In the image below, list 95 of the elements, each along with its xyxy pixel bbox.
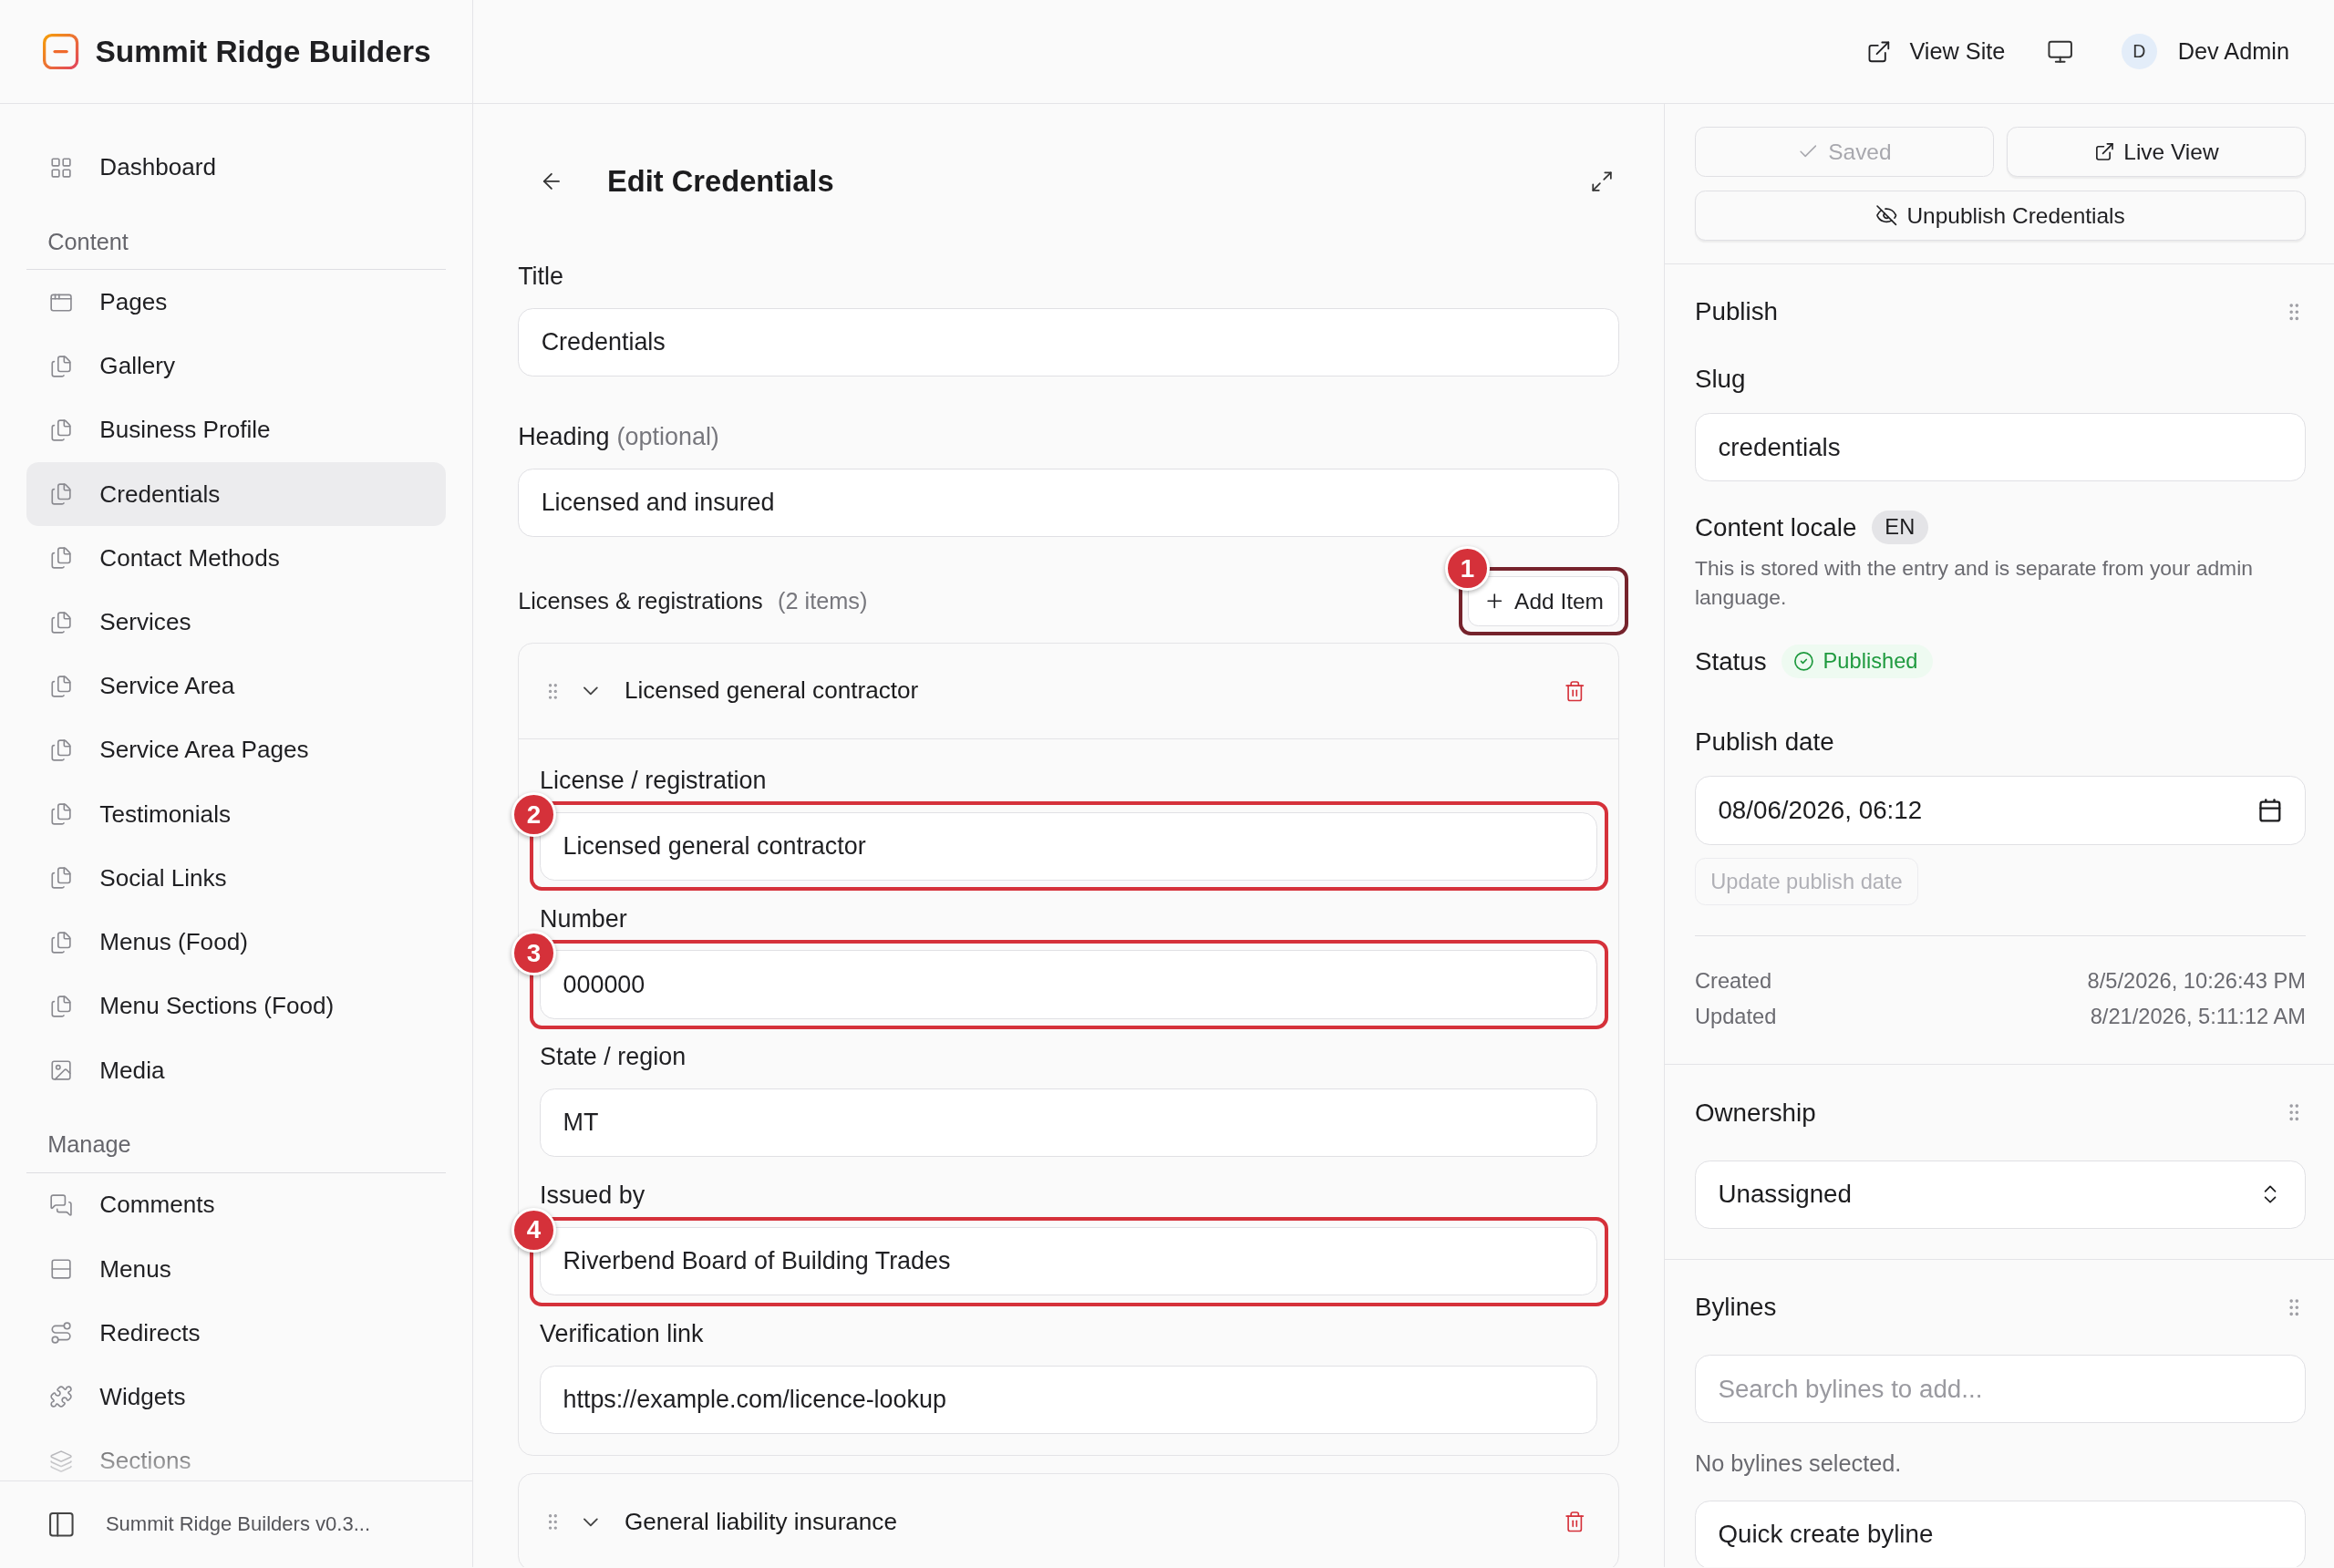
meta-label: Updated (1694, 1004, 1777, 1029)
field-label: Heading (optional) (518, 423, 719, 452)
document-icon (48, 610, 73, 634)
text-input[interactable]: Credentials (518, 307, 1620, 377)
sidebar-item[interactable]: Media (26, 1037, 446, 1103)
card-title: Licensed general contractor (625, 676, 920, 706)
route-icon (48, 1321, 73, 1346)
sidebar-item[interactable]: Credentials (26, 462, 446, 527)
status-badge: Published (1781, 645, 1933, 679)
sidebar-item[interactable]: Business Profile (26, 397, 446, 463)
text-input[interactable]: https://example.com/licence-lookup (540, 1365, 1598, 1434)
check-circle-icon (1792, 651, 1814, 673)
document-icon (48, 994, 73, 1018)
locale-badge: EN (1871, 511, 1928, 545)
meta-value: 8/21/2026, 5:11:12 AM (2090, 1004, 2306, 1029)
document-icon (48, 546, 73, 571)
layers-icon (48, 1449, 73, 1473)
sidebar-item[interactable]: Service Area (26, 654, 446, 718)
callout-badge: 4 (511, 1207, 556, 1253)
sidebar-item[interactable]: Service Area Pages (26, 717, 446, 783)
field-label: Verification link (540, 1320, 704, 1349)
field-label: Content locale (1694, 512, 1857, 542)
field-label: License / registration (540, 766, 767, 795)
callout-badge: 2 (511, 792, 556, 838)
image-icon (48, 1057, 73, 1083)
slug-input[interactable]: credentials (1694, 413, 2306, 482)
sidebar-item[interactable]: Contact Methods (26, 526, 446, 591)
sidebar-item[interactable]: Comments (26, 1172, 446, 1237)
live-view-button[interactable]: Live View (2007, 126, 2306, 178)
sidebar-item[interactable]: Pages (26, 270, 446, 335)
field-label: Publish date (1694, 727, 1834, 757)
view-site-link[interactable]: View Site (1866, 38, 2006, 66)
chat-icon (48, 1192, 73, 1217)
document-icon (48, 738, 73, 763)
date-input[interactable]: 08/06/2026, 06:12 (1694, 776, 2306, 845)
grid-icon (48, 155, 73, 180)
puzzle-icon (48, 1385, 73, 1409)
rows-icon (48, 1257, 73, 1282)
calendar-icon[interactable] (2257, 798, 2283, 823)
document-icon (48, 482, 73, 507)
unpublish-button[interactable]: Unpublish Credentials (1694, 190, 2306, 242)
sidebar-section-heading: Content (47, 228, 129, 254)
sidebar-item[interactable]: Gallery (26, 334, 446, 398)
callout-badge: 3 (511, 931, 556, 976)
sidebar-item[interactable]: Redirects (26, 1301, 446, 1366)
sidebar-item[interactable]: Menus (Food) (26, 910, 446, 975)
text-input[interactable]: MT (540, 1088, 1598, 1158)
external-link-icon (2093, 141, 2115, 162)
brand-name: Summit Ridge Builders (95, 34, 431, 69)
item-count: (2 items) (778, 588, 868, 614)
owner-select[interactable]: Unassigned (1694, 1160, 2306, 1229)
sidebar-item[interactable]: Widgets (26, 1365, 446, 1429)
text-input[interactable]: Licensed general contractor (540, 811, 1598, 881)
version-label: Summit Ridge Builders v0.3... (105, 1512, 371, 1537)
empty-message: No bylines selected. (1694, 1449, 1903, 1477)
user-avatar[interactable]: D (2121, 34, 2157, 70)
document-icon (48, 866, 73, 891)
quick-create-button[interactable]: Quick create byline (1694, 1500, 2306, 1568)
section-title: Publish (1694, 297, 1778, 327)
sidebar-item[interactable]: Social Links (26, 846, 446, 911)
document-icon (48, 674, 73, 698)
sidebar-item[interactable]: Dashboard (26, 135, 446, 200)
document-icon (48, 418, 73, 443)
byline-search-input[interactable]: Search bylines to add... (1694, 1355, 2306, 1424)
trash-icon[interactable] (1563, 1511, 1586, 1533)
text-input[interactable]: 000000 (540, 950, 1598, 1019)
expand-icon (1589, 170, 1614, 194)
locale-note: This is stored with the entry and is separate from your admin language. (1694, 554, 2254, 612)
document-icon (48, 354, 73, 378)
sidebar-item[interactable]: Testimonials (26, 782, 446, 847)
document-icon (48, 802, 73, 827)
field-label: Number (540, 904, 627, 934)
sidebar-item[interactable]: Menus (26, 1237, 446, 1302)
field-label: Status (1694, 646, 1767, 676)
sidebar-section-heading: Manage (47, 1131, 131, 1158)
sidebar-item[interactable]: Services (26, 590, 446, 655)
text-input[interactable]: Riverbend Board of Building Trades (540, 1227, 1598, 1296)
sidebar-item[interactable]: Menu Sections (Food) (26, 974, 446, 1038)
user-name[interactable]: Dev Admin (2177, 38, 2289, 66)
eye-off-icon (1875, 204, 1898, 227)
section-title: Ownership (1694, 1098, 1816, 1128)
field-label: Title (518, 263, 563, 292)
repeater-label: Licenses & registrations (518, 588, 763, 614)
section-title: Bylines (1694, 1292, 1777, 1322)
field-label: State / region (540, 1043, 687, 1072)
meta-value: 8/5/2026, 10:26:43 PM (2087, 968, 2306, 994)
logo-icon (43, 34, 79, 70)
document-icon (48, 930, 73, 954)
field-label: Slug (1694, 364, 1746, 394)
card-title: General liability insurance (625, 1508, 898, 1537)
text-input[interactable]: Licensed and insured (518, 469, 1620, 538)
meta-label: Created (1694, 968, 1772, 994)
trash-icon[interactable] (1563, 679, 1586, 703)
callout-badge: 1 (1445, 546, 1490, 592)
page-title: Edit Credentials (607, 164, 835, 200)
